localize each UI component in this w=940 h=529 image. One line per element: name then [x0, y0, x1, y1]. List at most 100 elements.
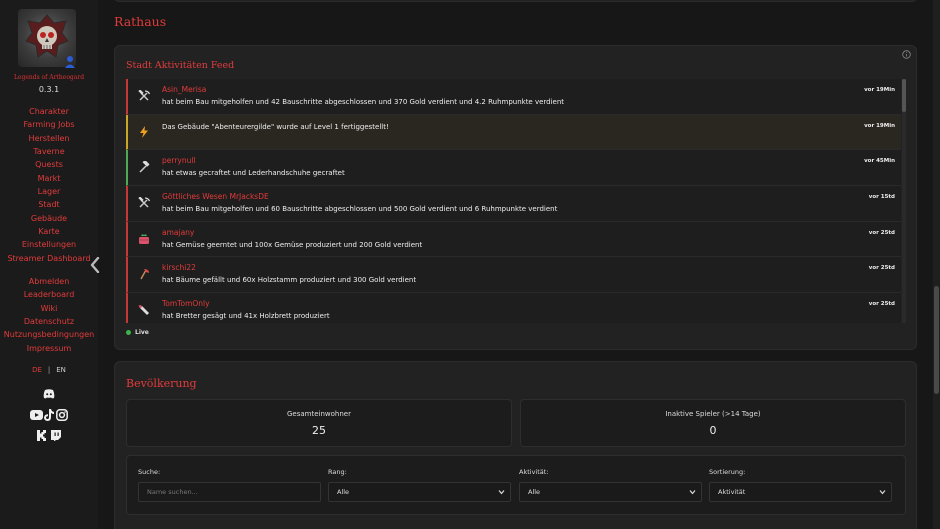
nav-item-leaderboard[interactable]: Leaderboard [0, 288, 98, 301]
population-title: Bevölkerung [126, 377, 197, 390]
app-root: Legends of Artheogard 0.3.1 Charakter Fa… [0, 0, 940, 529]
page-scrollbar-thumb[interactable] [934, 286, 939, 394]
youtube-icon[interactable] [30, 410, 43, 420]
feed-item-system: Das Gebäude "Abenteurergilde" wurde auf … [126, 114, 901, 151]
feed-item: Asin_Merisa hat beim Bau mitgeholfen und… [126, 79, 901, 115]
activity-select[interactable]: Alle [519, 482, 702, 502]
feed-text: hat Bretter gesägt und 41x Holzbrett pro… [162, 312, 330, 321]
nav-item-impressum[interactable]: Impressum [0, 342, 98, 355]
chevron-down-icon [879, 490, 886, 495]
lightning-icon [140, 125, 148, 138]
chevron-down-icon [689, 490, 696, 495]
feed-time: vor 25td [868, 229, 895, 236]
feed-scrollbar-thumb[interactable] [902, 79, 906, 112]
nav-item-charakter[interactable]: Charakter [0, 105, 98, 118]
user-badge-icon [65, 56, 75, 68]
feed-user[interactable]: Asin_Merisa [162, 85, 206, 94]
nav-item-quests[interactable]: Quests [0, 158, 98, 171]
chevron-down-icon [498, 490, 505, 495]
collapse-sidebar-chevron-icon[interactable] [89, 257, 101, 273]
twitch-icon[interactable] [50, 430, 61, 441]
nav-item-taverne[interactable]: Taverne [0, 145, 98, 158]
feed-item: Göttliches Wesen MrJacksDE hat beim Bau … [126, 186, 901, 222]
search-input[interactable] [138, 482, 321, 502]
feed-text: Das Gebäude "Abenteurergilde" wurde auf … [162, 122, 389, 131]
live-indicator: Live [126, 329, 149, 336]
inactive-players-stat: Inaktive Spieler (>14 Tage) 0 [520, 399, 906, 447]
feed-user[interactable]: TomTomOnly [162, 299, 210, 308]
feed-text: hat beim Bau mitgeholfen und 60 Bauschri… [162, 205, 558, 214]
activity-select-value: Alle [528, 488, 541, 496]
stat-label: Inaktive Spieler (>14 Tage) [665, 410, 761, 418]
page-scrollbar[interactable] [933, 0, 940, 529]
discord-icon[interactable] [43, 389, 55, 399]
nav-item-farming-jobs[interactable]: Farming Jobs [0, 118, 98, 131]
feed-time: vor 15td [868, 194, 895, 201]
feed-user[interactable]: kirschi22 [162, 263, 196, 272]
secondary-nav: Abmelden Leaderboard Wiki Datenschutz Nu… [0, 275, 98, 355]
nav-item-abmelden[interactable]: Abmelden [0, 275, 98, 288]
page-title: Rathaus [114, 14, 167, 29]
lang-de[interactable]: DE [32, 366, 42, 374]
activity-feed-card: Stadt Aktivitäten Feed Asin_Merisa hat b… [114, 45, 917, 350]
lang-separator: | [47, 366, 51, 374]
feed-list[interactable]: Asin_Merisa hat beim Bau mitgeholfen und… [126, 79, 901, 323]
feed-item: amajany hat Gemüse geerntet und 100x Gem… [126, 221, 901, 258]
stat-value: 0 [709, 424, 717, 437]
sidebar: Legends of Artheogard 0.3.1 Charakter Fa… [0, 0, 98, 529]
nav-item-markt[interactable]: Markt [0, 172, 98, 185]
previous-card-bottom [114, 0, 917, 2]
nav-item-nutzungsbedingungen[interactable]: Nutzungsbedingungen [0, 328, 98, 341]
nav-item-herstellen[interactable]: Herstellen [0, 132, 98, 145]
saw-icon [138, 305, 149, 316]
total-residents-stat: Gesamteinwohner 25 [126, 399, 512, 447]
hammer-pick-icon [138, 197, 150, 208]
nav-item-karte[interactable]: Karte [0, 225, 98, 238]
population-card: Bevölkerung Gesamteinwohner 25 Inaktive … [114, 361, 917, 529]
feed-item: TomTomOnly hat Bretter gesägt und 41x Ho… [126, 293, 901, 323]
activity-label: Aktivität: [519, 468, 549, 476]
feed-item: perrynull hat etwas gecraftet und Lederh… [126, 150, 901, 187]
feed-time: vor 19Min [864, 87, 895, 93]
rank-select[interactable]: Alle [328, 482, 511, 502]
sort-select[interactable]: Aktivität [709, 482, 892, 502]
feed-user[interactable]: amajany [162, 228, 194, 237]
stat-label: Gesamteinwohner [287, 410, 351, 418]
live-label: Live [135, 329, 149, 336]
search-label: Suche: [138, 468, 161, 476]
instagram-icon[interactable] [56, 409, 68, 421]
rank-label: Rang: [328, 468, 347, 476]
hammer-pick-icon [138, 90, 150, 101]
sort-select-value: Aktivität [718, 488, 746, 496]
feed-text: hat Gemüse geerntet und 100x Gemüse prod… [162, 240, 423, 249]
nav-item-lager[interactable]: Lager [0, 185, 98, 198]
tiktok-icon[interactable] [44, 409, 54, 421]
nav-item-gebaeude[interactable]: Gebäude [0, 212, 98, 225]
feed-time: vor 45Min [864, 158, 895, 165]
feed-user[interactable]: Göttliches Wesen MrJacksDE [162, 192, 269, 201]
nav-item-wiki[interactable]: Wiki [0, 302, 98, 315]
feed-time: vor 25td [868, 301, 895, 308]
brand-name: Legends of Artheogard [13, 74, 85, 81]
kick-icon[interactable] [37, 430, 47, 441]
feed-title: Stadt Aktivitäten Feed [126, 60, 235, 71]
lang-en[interactable]: EN [56, 366, 66, 374]
sort-label: Sortierung: [709, 468, 746, 476]
feed-item: kirschi22 hat Bäume gefällt und 60x Holz… [126, 257, 901, 294]
stat-value: 25 [312, 424, 326, 437]
nav-item-streamer-dashboard[interactable]: Streamer Dashboard [0, 252, 98, 265]
feed-user[interactable]: perrynull [162, 156, 196, 165]
rank-select-value: Alle [337, 488, 350, 496]
axe-icon [140, 269, 149, 280]
info-icon[interactable] [902, 50, 911, 59]
feed-scrollbar[interactable] [902, 79, 906, 323]
main-nav: Charakter Farming Jobs Herstellen Tavern… [0, 105, 98, 265]
live-dot-icon [126, 330, 131, 335]
feed-time: vor 25td [868, 265, 895, 272]
nav-item-einstellungen[interactable]: Einstellungen [0, 238, 98, 251]
nav-item-stadt[interactable]: Stadt [0, 198, 98, 211]
nav-item-datenschutz[interactable]: Datenschutz [0, 315, 98, 328]
feed-text: hat beim Bau mitgeholfen und 42 Bauschri… [162, 98, 565, 106]
basket-icon [139, 233, 149, 244]
filter-panel: Suche: Rang: Alle Aktivität: Alle Sortie… [126, 455, 906, 515]
